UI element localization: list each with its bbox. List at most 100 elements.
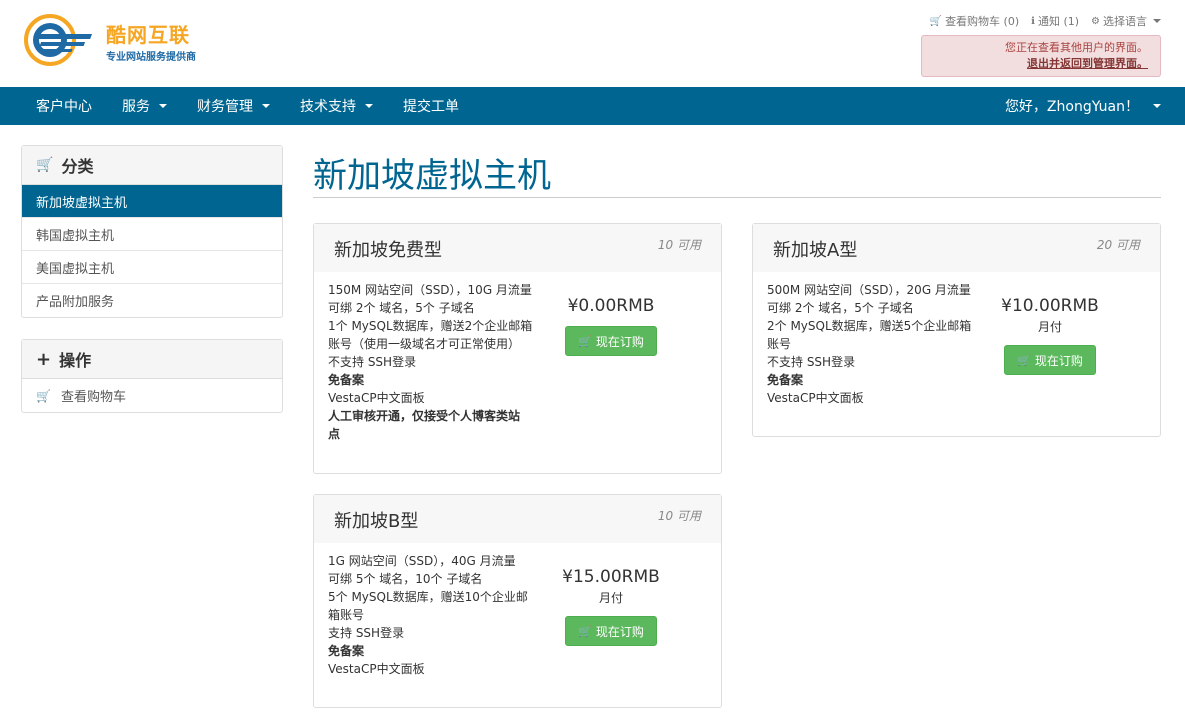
product-availability: 20 可用 xyxy=(1096,238,1140,252)
site-logo[interactable]: 酷网互联 专业网站服务提供商 xyxy=(24,12,199,68)
feature-line: 2个 MySQL数据库，赠送5个企业邮箱 xyxy=(767,319,972,333)
feature-line: 点 xyxy=(328,427,341,441)
feature-line: VestaCP中文面板 xyxy=(767,391,864,405)
feature-line: 支持 SSH登录 xyxy=(328,626,405,640)
product-pricing: ¥0.00RMB 🛒 现在订购 xyxy=(541,296,681,356)
view-cart-label: 查看购物车 (0) xyxy=(945,15,1020,28)
feature-line: 不支持 SSH登录 xyxy=(328,355,417,369)
feature-line: 免备案 xyxy=(328,373,365,387)
product-header: 新加坡B型 10 可用 xyxy=(314,495,721,543)
nav-item-label: 技术支持 xyxy=(300,99,356,115)
product-features: 1G 网站空间（SSD），40G 月流量 可绑 5个 域名，10个 子域名 5个… xyxy=(328,552,548,678)
admin-view-alert: 您正在查看其他用户的界面。 退出并返回到管理界面。 xyxy=(921,35,1161,77)
logo-subtitle: 专业网站服务提供商 xyxy=(106,52,196,63)
order-now-label: 现在订购 xyxy=(1034,353,1083,368)
actions-panel: + 操作 🛒 查看购物车 xyxy=(21,339,283,413)
categories-panel: 🛒 分类 新加坡虚拟主机 韩国虚拟主机 美国虚拟主机 产品附加服务 xyxy=(21,145,283,318)
feature-line: 1个 MySQL数据库，赠送2个企业邮箱 xyxy=(328,319,533,333)
language-selector[interactable]: ⚙ 选择语言 xyxy=(1091,13,1161,29)
action-item-view-cart[interactable]: 🛒 查看购物车 xyxy=(22,379,282,412)
nav-menu: 客户中心 服务 财务管理 技术支持 提交工单 xyxy=(21,87,474,125)
order-now-label: 现在订购 xyxy=(595,334,644,349)
feature-line: 箱账号 xyxy=(328,608,365,622)
cart-icon: 🛒 xyxy=(36,388,51,403)
nav-item-label: 提交工单 xyxy=(403,99,459,115)
action-label: 查看购物车 xyxy=(60,390,126,405)
product-header: 新加坡A型 20 可用 xyxy=(753,224,1160,272)
logo-title: 酷网互联 xyxy=(106,23,190,47)
chevron-down-icon xyxy=(1153,19,1161,23)
feature-line: 人工审核开通，仅接受个人博客类站 xyxy=(328,409,521,423)
feature-line: 账号（使用一级域名才可正常使用） xyxy=(328,337,521,351)
chevron-down-icon xyxy=(1153,104,1161,108)
title-divider xyxy=(313,197,1161,198)
category-label: 新加坡虚拟主机 xyxy=(36,195,128,211)
plus-icon: + xyxy=(36,348,52,370)
nav-item-services[interactable]: 服务 xyxy=(107,87,182,125)
feature-line: 可绑 2个 域名，5个 子域名 xyxy=(328,301,475,315)
site-header: 酷网互联 专业网站服务提供商 🛒 查看购物车 (0) ℹ 通知 (1) ⚙ 选择… xyxy=(0,0,1185,87)
order-now-label: 现在订购 xyxy=(595,624,644,639)
chevron-down-icon xyxy=(159,104,167,108)
chevron-down-icon xyxy=(365,104,373,108)
category-item-usa[interactable]: 美国虚拟主机 xyxy=(22,251,282,284)
notifications-link[interactable]: ℹ 通知 (1) xyxy=(1031,13,1079,29)
user-greeting: 您好，ZhongYuan！ xyxy=(1004,99,1139,115)
top-links: 🛒 查看购物车 (0) ℹ 通知 (1) ⚙ 选择语言 xyxy=(930,13,1161,29)
page-title: 新加坡虚拟主机 xyxy=(313,156,551,196)
nav-item-label: 服务 xyxy=(122,99,150,115)
nav-item-support[interactable]: 技术支持 xyxy=(285,87,388,125)
feature-line: 免备案 xyxy=(767,373,804,387)
cart-icon: 🛒 xyxy=(578,334,592,348)
logo-mark-icon xyxy=(24,14,92,66)
product-price: ¥10.00RMB xyxy=(1001,296,1099,316)
order-now-button[interactable]: 🛒 现在订购 xyxy=(565,326,657,356)
cart-icon: 🛒 xyxy=(36,157,54,173)
cart-icon: 🛒 xyxy=(929,15,943,27)
user-menu[interactable]: 您好，ZhongYuan！ xyxy=(1005,87,1161,125)
category-label: 美国虚拟主机 xyxy=(36,261,115,277)
product-price: ¥15.00RMB xyxy=(562,567,660,587)
view-cart-link[interactable]: 🛒 查看购物车 (0) xyxy=(930,13,1020,29)
nav-item-billing[interactable]: 财务管理 xyxy=(182,87,285,125)
exit-to-admin-link[interactable]: 退出并返回到管理界面。 xyxy=(922,56,1148,72)
feature-line: 免备案 xyxy=(328,644,365,658)
product-header: 新加坡免费型 10 可用 xyxy=(314,224,721,272)
language-label: 选择语言 xyxy=(1103,15,1147,28)
language-icon: ⚙ xyxy=(1091,15,1100,27)
category-item-korea[interactable]: 韩国虚拟主机 xyxy=(22,218,282,251)
product-card-free: 新加坡免费型 10 可用 150M 网站空间（SSD），10G 月流量 可绑 2… xyxy=(313,223,722,474)
category-label: 产品附加服务 xyxy=(36,295,115,310)
nav-item-client-area[interactable]: 客户中心 xyxy=(21,87,107,125)
product-name: 新加坡B型 xyxy=(334,511,419,532)
feature-line: VestaCP中文面板 xyxy=(328,662,425,676)
product-name: 新加坡免费型 xyxy=(334,240,442,261)
product-availability: 10 可用 xyxy=(657,238,701,252)
feature-line: 150M 网站空间（SSD），10G 月流量 xyxy=(328,283,532,297)
feature-line: 可绑 5个 域名，10个 子域名 xyxy=(328,572,483,586)
categories-title: 分类 xyxy=(61,157,94,176)
product-availability: 10 可用 xyxy=(657,509,701,523)
billing-cycle: 月付 xyxy=(1037,320,1062,334)
feature-line: 500M 网站空间（SSD），20G 月流量 xyxy=(767,283,971,297)
feature-line: 1G 网站空间（SSD），40G 月流量 xyxy=(328,554,516,568)
category-item-addons[interactable]: 产品附加服务 xyxy=(22,284,282,317)
product-pricing: ¥15.00RMB 月付 🛒 现在订购 xyxy=(541,567,681,646)
notifications-label: 通知 (1) xyxy=(1037,15,1080,28)
order-now-button[interactable]: 🛒 现在订购 xyxy=(565,616,657,646)
order-now-button[interactable]: 🛒 现在订购 xyxy=(1004,345,1096,375)
product-pricing: ¥10.00RMB 月付 🛒 现在订购 xyxy=(980,296,1120,375)
feature-line: 可绑 2个 域名，5个 子域名 xyxy=(767,301,914,315)
feature-line: 账号 xyxy=(767,337,792,351)
cart-icon: 🛒 xyxy=(578,624,592,638)
product-card-b: 新加坡B型 10 可用 1G 网站空间（SSD），40G 月流量 可绑 5个 域… xyxy=(313,494,722,708)
category-item-singapore[interactable]: 新加坡虚拟主机 xyxy=(22,185,282,218)
billing-cycle: 月付 xyxy=(598,591,623,605)
nav-item-open-ticket[interactable]: 提交工单 xyxy=(388,87,474,125)
feature-line: 5个 MySQL数据库，赠送10个企业邮 xyxy=(328,590,528,604)
product-card-a: 新加坡A型 20 可用 500M 网站空间（SSD），20G 月流量 可绑 2个… xyxy=(752,223,1161,437)
main-navbar: 客户中心 服务 财务管理 技术支持 提交工单 您好，ZhongYuan！ xyxy=(0,87,1185,125)
nav-item-label: 客户中心 xyxy=(36,99,92,115)
category-label: 韩国虚拟主机 xyxy=(36,228,115,244)
actions-title: 操作 xyxy=(59,351,92,370)
